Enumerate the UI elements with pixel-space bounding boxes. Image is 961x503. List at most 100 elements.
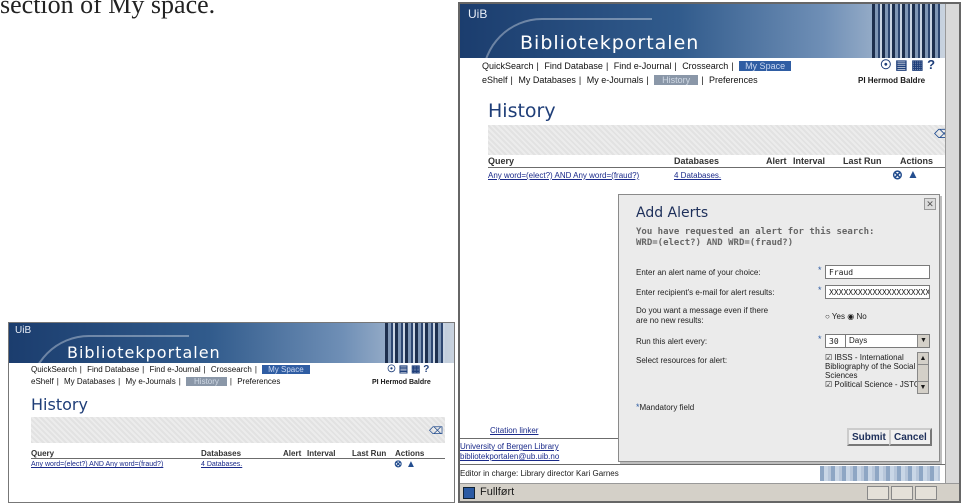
add-alert-icon[interactable]: ▲ [406,459,416,470]
main-navigation: QuickSearch | Find Database | Find e-Journ… [31,365,310,374]
globe-icon[interactable]: ☉ [387,364,396,375]
nav-find-database[interactable]: Find Database [544,61,603,71]
history-page-window-large: UiB Bibliotekportalen QuickSearch | Find … [458,2,961,503]
message-radio-group: ○ Yes ◉ No [825,312,867,321]
submit-button[interactable]: Submit [847,428,891,446]
nav-history[interactable]: History [186,377,227,386]
column-actions: Actions [395,449,425,458]
required-marker: * [818,265,822,275]
nav-crossearch[interactable]: Crossearch [211,365,252,374]
info-line-1: You have requested an alert for this sea… [636,227,875,237]
utility-icons: ☉ ▤ ▦ ? [387,364,429,375]
portal-title[interactable]: Bibliotekportalen [67,343,221,362]
library-icon[interactable]: ▤ [399,364,408,375]
footer-divider [460,438,620,439]
alert-name-label: Enter an alert name of your choice: [636,268,761,277]
footer-divider-2 [460,464,945,465]
databases-link[interactable]: 4 Databases. [674,171,721,180]
nav-my-ejournals[interactable]: My e-Journals [587,75,644,85]
cancel-button[interactable]: Cancel [889,428,932,446]
nav-eshelf[interactable]: eShelf [482,75,508,85]
column-alert: Alert [283,449,302,458]
nav-preferences[interactable]: Preferences [237,377,280,386]
chevron-down-icon[interactable]: ▼ [917,335,929,347]
yes-label: Yes [831,312,845,321]
nav-crossearch[interactable]: Crossearch [682,61,728,71]
yes-radio[interactable]: ○ [825,312,830,321]
vertical-scrollbar[interactable] [945,4,959,483]
delete-all-icon[interactable]: ⌫ [429,426,443,437]
no-radio[interactable]: ◉ [847,312,854,321]
add-alert-icon[interactable]: ▲ [907,167,919,181]
nav-quicksearch[interactable]: QuickSearch [482,61,534,71]
nav-eshelf[interactable]: eShelf [31,377,54,386]
resource-label: Political Science - JSTOR [834,380,926,389]
page-title: History [488,100,556,122]
column-databases: Databases [201,449,242,458]
banner-bookshelf-image [385,323,445,363]
citation-linker-link[interactable]: Citation linker [490,426,538,435]
query-link[interactable]: Any word=(elect?) AND Any word=(fraud?) [488,171,639,180]
add-alerts-dialog: ✕ Add Alerts You have requested an alert… [618,194,940,462]
status-cell [891,486,913,500]
column-actions: Actions [900,156,934,166]
resources-scrollbar[interactable]: ▲ ▼ [917,352,929,394]
checkbox-checked-icon[interactable]: ☑ [825,380,832,389]
close-icon[interactable]: ✕ [924,198,936,210]
column-alert: Alert [766,156,787,166]
nav-history[interactable]: History [654,75,699,85]
nav-my-space[interactable]: My Space [262,365,310,374]
page-title: History [31,395,88,414]
scroll-up-icon[interactable]: ▲ [918,353,928,365]
document-caption: section of My space. [0,0,216,19]
required-marker: * [818,334,822,344]
help-icon[interactable]: ? [423,364,429,375]
uib-logo[interactable]: UiB [468,7,487,21]
interval-unit-value: Days [849,336,868,345]
portal-banner: UiB Bibliotekportalen [460,4,945,58]
column-last-run: Last Run [352,449,387,458]
column-last-run: Last Run [843,156,882,166]
nav-preferences[interactable]: Preferences [709,75,758,85]
nav-my-ejournals[interactable]: My e-Journals [125,377,175,386]
nav-find-database[interactable]: Find Database [87,365,139,374]
portal-title[interactable]: Bibliotekportalen [520,32,699,54]
query-link[interactable]: Any word=(elect?) AND Any word=(fraud?) [31,461,163,468]
required-marker: * [818,285,822,295]
browser-status-bar: Fullført [460,483,959,501]
globe-icon[interactable]: ☉ [880,57,892,72]
table-row: Any word=(elect?) AND Any word=(fraud?) … [31,461,451,473]
building-icon[interactable]: ▦ [411,364,420,375]
delete-query-icon[interactable]: ⊗ [394,459,402,470]
column-query: Query [488,156,515,166]
alert-name-input[interactable]: Fraud [825,265,930,279]
databases-link[interactable]: 4 Databases. [201,461,242,468]
history-table-header: Query Databases Alert Interval Last Run … [31,449,451,461]
history-page-window-small: UiB Bibliotekportalen QuickSearch | Find … [8,322,455,503]
nav-quicksearch[interactable]: QuickSearch [31,365,77,374]
nav-find-ejournal[interactable]: Find e-Journal [614,61,672,71]
scroll-down-icon[interactable]: ▼ [918,381,928,393]
help-icon[interactable]: ? [927,57,935,72]
checkbox-checked-icon[interactable]: ☑ [825,353,832,362]
nav-my-databases[interactable]: My Databases [64,377,115,386]
library-name-link[interactable]: University of Bergen Library [460,442,559,451]
banner-bookshelf-image [872,4,940,58]
sub-navigation: eShelf | My Databases | My e-Journals | His… [31,377,281,386]
nav-my-space[interactable]: My Space [739,61,792,71]
library-email-link[interactable]: bibliotekportalen@ub.uib.no [460,452,559,461]
interval-unit-select[interactable]: Days ▼ [845,334,930,348]
utility-icons: ☉ ▤ ▦ ? [880,57,935,73]
footer-bookshelf-image [820,466,940,481]
nav-find-ejournal[interactable]: Find e-Journal [149,365,200,374]
resource-label: IBSS - International Bibliography of the… [825,353,916,380]
nav-my-databases[interactable]: My Databases [518,75,576,85]
sub-navigation: eShelf | My Databases | My e-Journals | His… [482,75,758,85]
library-icon[interactable]: ▤ [895,57,907,72]
uib-logo[interactable]: UiB [15,325,31,336]
delete-query-icon[interactable]: ⊗ [892,167,903,183]
email-input[interactable]: XXXXXXXXXXXXXXXXXXXXX [825,285,930,299]
toolbar-bar [31,417,445,443]
building-icon[interactable]: ▦ [911,57,923,72]
email-label: Enter recipient's e-mail for alert resul… [636,288,775,297]
